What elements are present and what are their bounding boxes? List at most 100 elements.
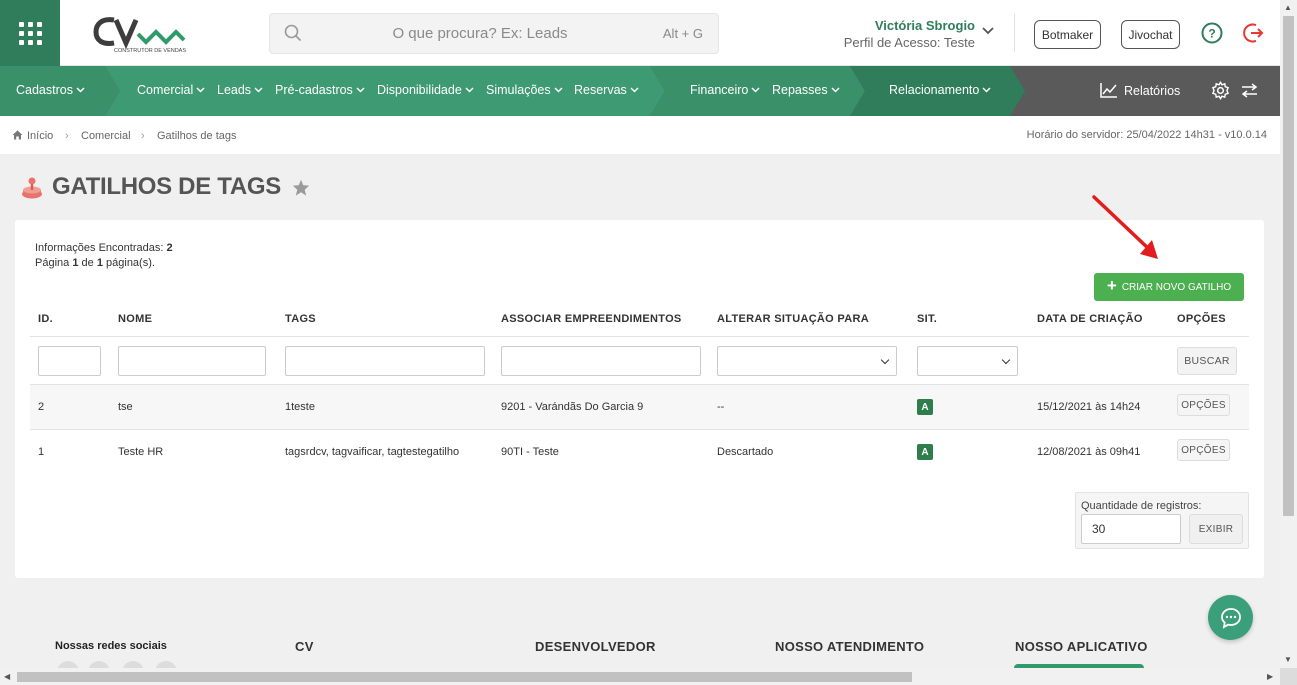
- row-created: 12/08/2021 às 09h41: [1037, 446, 1141, 458]
- nav-reservas[interactable]: Reservas: [574, 83, 639, 97]
- user-name: Victória Sbrogio: [874, 18, 975, 33]
- nav-pre-cadastros[interactable]: Pré-cadastros: [275, 83, 365, 97]
- column-header-enterprises: ASSOCIAR EMPREENDIMENTOS: [501, 313, 682, 325]
- gear-icon[interactable]: [1211, 81, 1230, 100]
- chevron-down-icon: [630, 87, 639, 93]
- table-row: 1 Teste HR tagsrdcv, tagvaificar, tagtes…: [30, 430, 1249, 475]
- scroll-right-icon[interactable]: ▶: [1267, 672, 1273, 681]
- page-of-label: de: [81, 257, 94, 269]
- filter-tags-input[interactable]: [285, 346, 485, 376]
- chevron-down-icon: [196, 87, 205, 93]
- row-status-change: Descartado: [717, 446, 774, 458]
- grid-icon: [18, 21, 42, 45]
- filter-name-input[interactable]: [118, 346, 266, 376]
- swap-icon[interactable]: [1241, 83, 1258, 98]
- top-header: CONSTRUTOR DE VENDAS Alt + G Victória Sb…: [0, 0, 1280, 66]
- horizontal-scrollbar[interactable]: ◀ ▶: [0, 668, 1280, 685]
- row-id: 2: [38, 401, 45, 413]
- search-box[interactable]: Alt + G: [269, 13, 719, 54]
- main-nav: Cadastros Comercial Leads Pré-cadastros …: [0, 66, 1280, 116]
- joystick-icon: [22, 177, 42, 199]
- scroll-up-icon[interactable]: ▲: [1284, 3, 1292, 12]
- nav-relatorios[interactable]: Relatórios: [1100, 82, 1180, 98]
- user-menu[interactable]: Victória Sbrogio Perfil de Acesso: Teste: [800, 18, 975, 50]
- botmaker-button[interactable]: Botmaker: [1034, 20, 1101, 49]
- nav-financeiro[interactable]: Financeiro: [690, 83, 760, 97]
- logo[interactable]: CONSTRUTOR DE VENDAS: [92, 12, 192, 56]
- row-name: Teste HR: [118, 446, 164, 458]
- records-label: Quantidade de registros:: [1081, 500, 1202, 512]
- search-button[interactable]: BUSCAR: [1177, 347, 1237, 375]
- plus-icon: +: [1106, 276, 1117, 295]
- row-name: tse: [118, 401, 133, 413]
- filter-status-select[interactable]: [717, 346, 897, 376]
- info-found-count: 2: [166, 242, 173, 254]
- star-icon[interactable]: [292, 179, 310, 196]
- search-icon: [284, 24, 302, 42]
- records-input[interactable]: 30: [1081, 514, 1181, 544]
- footer-heading-support: NOSSO ATENDIMENTO: [775, 639, 925, 654]
- info-found-label: Informações Encontradas:: [35, 242, 164, 254]
- show-button[interactable]: EXIBIR: [1189, 514, 1243, 544]
- column-header-created: DATA DE CRIAÇÃO: [1037, 313, 1143, 325]
- horizontal-scroll-thumb[interactable]: [17, 672, 912, 682]
- column-header-name: NOME: [118, 313, 153, 325]
- vertical-scroll-thumb[interactable]: [1283, 16, 1294, 516]
- filter-sit-select[interactable]: [917, 346, 1018, 376]
- filter-id-input[interactable]: [38, 346, 101, 376]
- breadcrumb-separator: ›: [65, 130, 69, 142]
- nav-disponibilidade[interactable]: Disponibilidade: [377, 83, 474, 97]
- create-trigger-button[interactable]: + CRIAR NOVO GATILHO: [1094, 273, 1244, 301]
- scroll-down-icon[interactable]: ▼: [1284, 655, 1292, 664]
- breadcrumb-comercial[interactable]: Comercial: [81, 130, 131, 142]
- status-badge: A: [917, 444, 933, 460]
- records-per-page: Quantidade de registros: 30 EXIBIR: [1075, 492, 1249, 549]
- scroll-left-icon[interactable]: ◀: [4, 672, 10, 681]
- apps-menu-button[interactable]: [0, 0, 60, 66]
- row-options-button[interactable]: OPÇÕES: [1177, 394, 1230, 416]
- chat-bubble-icon: [1220, 607, 1241, 629]
- row-enterprise: 90TI - Teste: [501, 446, 559, 458]
- row-enterprise: 9201 - Varándãs Do Garcia 9: [501, 401, 644, 413]
- row-tags: 1teste: [285, 401, 315, 413]
- user-profile: Perfil de Acesso: Teste: [843, 35, 975, 50]
- filter-enterprise-input[interactable]: [501, 346, 701, 376]
- pages-label: página(s).: [106, 257, 155, 269]
- nav-comercial[interactable]: Comercial: [137, 83, 205, 97]
- nav-cadastros[interactable]: Cadastros: [16, 83, 85, 97]
- chevron-down-icon[interactable]: [982, 27, 994, 35]
- content-card: Informações Encontradas: 2 Página 1 de 1…: [15, 220, 1264, 578]
- nav-repasses[interactable]: Repasses: [772, 83, 840, 97]
- footer-heading-cv: CV: [295, 639, 314, 654]
- row-options-button[interactable]: OPÇÕES: [1177, 439, 1230, 461]
- server-time: Horário do servidor: 25/04/2022 14h31 - …: [1026, 129, 1267, 141]
- social-label: Nossas redes sociais: [55, 640, 167, 652]
- table-row: 2 tse 1teste 9201 - Varándãs Do Garcia 9…: [30, 385, 1249, 430]
- chevron-down-icon: [982, 87, 991, 93]
- table-header-divider: [30, 336, 1249, 337]
- vertical-scrollbar[interactable]: ▲ ▼: [1280, 0, 1297, 685]
- breadcrumb-home[interactable]: Início: [27, 130, 53, 142]
- nav-leads[interactable]: Leads: [217, 83, 263, 97]
- nav-simulacoes[interactable]: Simulações: [486, 83, 563, 97]
- footer-heading-developer: DESENVOLVEDOR: [535, 639, 656, 654]
- annotation-arrow-icon: [1092, 195, 1158, 259]
- jivochat-button[interactable]: Jivochat: [1121, 20, 1180, 49]
- chevron-down-icon: [76, 87, 85, 93]
- logout-icon[interactable]: [1243, 22, 1265, 44]
- chat-button[interactable]: [1208, 595, 1253, 640]
- search-input[interactable]: [310, 14, 650, 53]
- column-header-sit: SIT.: [917, 313, 938, 325]
- scrollbar-corner: [1280, 668, 1297, 685]
- breadcrumb-current: Gatilhos de tags: [157, 130, 237, 142]
- header-divider: [1014, 14, 1015, 52]
- help-icon[interactable]: ?: [1201, 22, 1223, 44]
- row-id: 1: [38, 446, 45, 458]
- row-tags: tagsrdcv, tagvaificar, tagtestegatilho: [285, 446, 460, 458]
- search-shortcut: Alt + G: [662, 26, 703, 41]
- nav-relacionamento[interactable]: Relacionamento: [889, 83, 991, 97]
- chevron-down-icon: [254, 87, 263, 93]
- column-header-id: ID.: [38, 313, 53, 325]
- chevron-down-icon: [831, 87, 840, 93]
- column-header-options: OPÇÕES: [1177, 313, 1226, 325]
